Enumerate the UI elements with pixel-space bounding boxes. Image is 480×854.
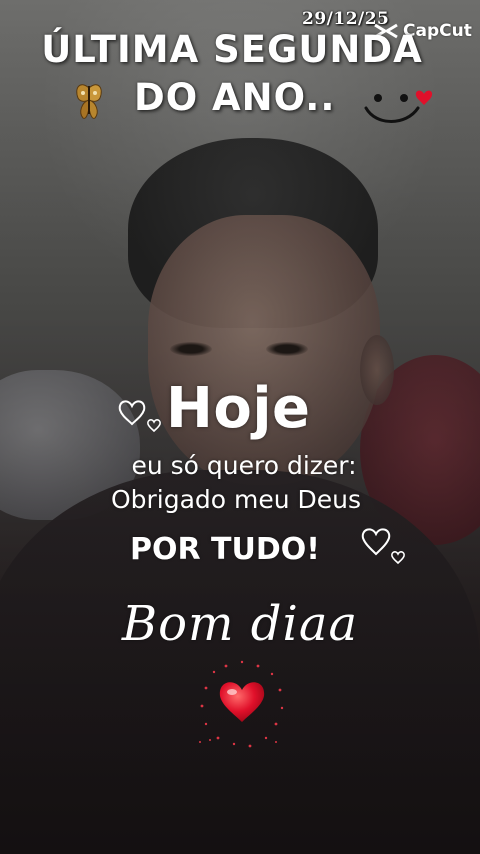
- butterfly-icon: [76, 84, 102, 119]
- title-line-1: ÚLTIMA SEGUNDA: [41, 28, 423, 71]
- message-line-1-text: eu só quero dizer:: [131, 451, 357, 480]
- message-line-3: POR TUDO!: [130, 532, 320, 567]
- outline-hearts-icon: [361, 528, 405, 565]
- sparkling-red-heart-icon: [199, 660, 284, 748]
- smiley-face-icon: [364, 90, 433, 123]
- headline-text: Hoje: [166, 376, 311, 441]
- story-canvas: 29/12/25 CapCut ÚLTIMA SEGUNDA DO ANO.. …: [0, 0, 480, 854]
- greeting-text: Bom diaa: [121, 596, 359, 652]
- message-line-1: eu só quero dizer:: [0, 451, 480, 480]
- message-line-2: Obrigado meu Deus: [110, 485, 362, 514]
- outline-hearts-icon: [118, 400, 161, 433]
- title-line-2: DO ANO..: [134, 76, 336, 119]
